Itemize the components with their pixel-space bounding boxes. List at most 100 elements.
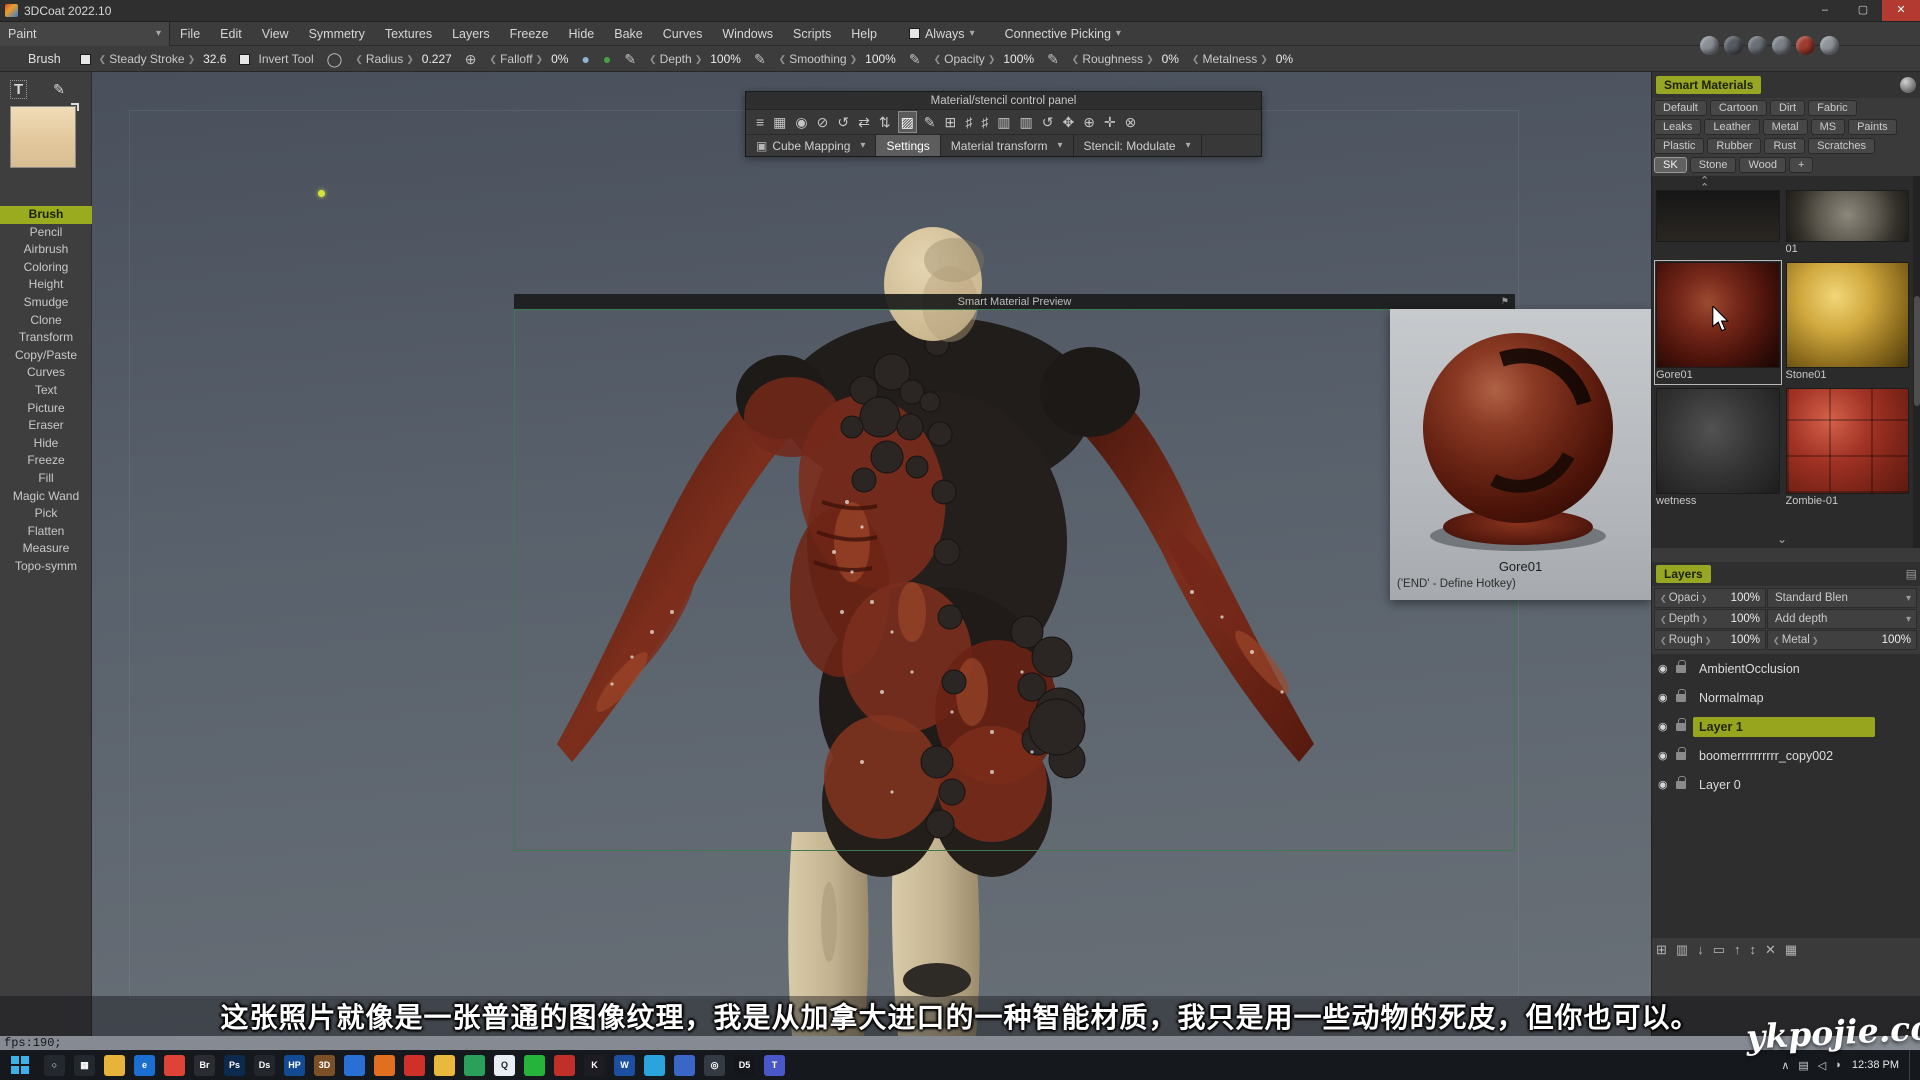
visibility-eye-icon[interactable]: ◉ [1658,778,1673,791]
tool-item-hide[interactable]: Hide [0,435,92,453]
lock-icon[interactable] [1676,781,1686,789]
magnifier-icon[interactable]: ⊕ [465,51,477,68]
menu-item-symmetry[interactable]: Symmetry [299,27,375,41]
zoom-icon[interactable]: ⊕ [1081,112,1097,132]
material-tab-rubber[interactable]: Rubber [1707,138,1761,154]
layer-control-add-depth[interactable]: Add depth▾ [1767,609,1917,629]
camera-app-icon[interactable]: ◎ [704,1055,725,1076]
panel-segment-material-transform[interactable]: Material transform▾ [941,135,1074,156]
tool-item-transform[interactable]: Transform [0,329,92,347]
import-layer-icon[interactable]: ↓ [1697,942,1704,958]
tool-item-text[interactable]: Text [0,382,92,400]
control-depth[interactable]: ❮Depth❯100% [649,52,741,66]
tool-item-clone[interactable]: Clone [0,312,92,330]
always-checkbox[interactable] [909,28,920,39]
tools-icon[interactable] [1748,36,1767,55]
grid-density2-icon[interactable]: ♯ [979,112,990,132]
layer-name[interactable]: boomerrrrrrrrrr_copy002 [1693,746,1875,766]
menu-item-view[interactable]: View [252,27,299,41]
material-tab-fabric[interactable]: Fabric [1808,100,1857,116]
material-tab-default[interactable]: Default [1654,100,1707,116]
render-sphere-icon[interactable] [1796,36,1815,55]
text-tool-icon[interactable]: T [10,80,27,99]
tool-item-fill[interactable]: Fill [0,470,92,488]
reorder-layer-icon[interactable]: ↕ [1750,942,1757,958]
always-toggle[interactable]: Always ▾ [909,27,975,41]
decrease-icon[interactable]: ❮ [1072,54,1080,65]
increase-icon[interactable]: ❯ [1812,636,1819,645]
hp-icon[interactable]: HP [284,1055,305,1076]
increase-icon[interactable]: ❯ [850,54,858,65]
tool-item-pencil[interactable]: Pencil [0,224,92,242]
material-tab-cartoon[interactable]: Cartoon [1710,100,1767,116]
telegram-icon[interactable] [644,1055,665,1076]
tray-volume-icon[interactable]: ◁ [1818,1059,1826,1072]
pin-icon[interactable]: ⚑ [1501,296,1509,307]
duplicate-layer-icon[interactable]: ▥ [1676,942,1688,958]
taskbar-clock[interactable]: 12:38 PM [1852,1059,1899,1071]
decrease-icon[interactable]: ❮ [490,54,498,65]
increase-icon[interactable]: ❯ [406,54,414,65]
qq-icon[interactable]: Q [494,1055,515,1076]
layer-name[interactable]: Normalmap [1693,688,1875,708]
material-tab-item[interactable]: + [1789,157,1813,173]
orange-app-icon[interactable] [374,1055,395,1076]
layer-name[interactable]: AmbientOcclusion [1693,659,1875,679]
increase-icon[interactable]: ❯ [1701,594,1708,603]
swap-icon[interactable]: ⇄ [856,112,872,132]
panel-segment-cube-mapping[interactable]: ▣Cube Mapping▾ [746,135,876,156]
menu-item-bake[interactable]: Bake [604,27,653,41]
teams-icon[interactable]: T [764,1055,785,1076]
menu-item-help[interactable]: Help [841,27,887,41]
menu-item-layers[interactable]: Layers [442,27,500,41]
increase-icon[interactable]: ❯ [1701,615,1708,624]
menu-item-file[interactable]: File [170,27,210,41]
layer-control-metal[interactable]: ❮Metal❯100% [1767,630,1917,650]
checker-projection-icon[interactable]: ▨ [898,111,917,133]
control-radius[interactable]: ❮Radius❯0.227 [355,52,451,66]
red-app2-icon[interactable] [554,1055,575,1076]
file-explorer-icon[interactable] [104,1055,125,1076]
menu-item-freeze[interactable]: Freeze [500,27,559,41]
green-app-icon[interactable] [464,1055,485,1076]
material-scrollbar[interactable] [1913,176,1920,548]
material-tab-rust[interactable]: Rust [1764,138,1805,154]
material-tab-ms[interactable]: MS [1811,119,1846,135]
material-tab-plastic[interactable]: Plastic [1654,138,1704,154]
reset-icon[interactable]: ↺ [835,112,851,132]
tool-item-freeze[interactable]: Freeze [0,452,92,470]
edit-icon[interactable]: ✎ [922,112,938,132]
control-opacity[interactable]: ❮Opacity❯100% [934,52,1034,66]
shade-sphere-icon[interactable] [1700,36,1719,55]
bridge-icon[interactable]: Br [194,1055,215,1076]
layer-options-icon[interactable]: ▦ [1785,942,1797,958]
increase-icon[interactable]: ❯ [1146,54,1154,65]
material-item-01[interactable]: 01 [1786,190,1910,257]
picker-icon[interactable] [1820,36,1839,55]
control-steady-stroke[interactable]: ❮Steady Stroke❯32.6 [80,52,227,66]
gloss-sphere-icon[interactable]: ● [603,51,611,67]
page2-icon[interactable]: ▥ [1018,112,1035,132]
blue-app2-icon[interactable] [674,1055,695,1076]
d5-icon[interactable]: D5 [734,1055,755,1076]
lock-icon[interactable] [1676,723,1686,731]
pen-icon[interactable]: ✎ [53,81,65,98]
tray-expand-icon[interactable]: ∧ [1781,1059,1789,1072]
black-app-icon[interactable]: K [584,1055,605,1076]
decrease-icon[interactable]: ❮ [99,54,107,65]
smart-material-preview-bar[interactable]: Smart Material Preview ⚑ [514,294,1515,309]
tool-item-eraser[interactable]: Eraser [0,417,92,435]
eye-icon[interactable]: ◉ [793,112,809,132]
layer-control-rough[interactable]: ❮Rough❯100% [1654,630,1766,650]
visibility-eye-icon[interactable]: ◉ [1658,749,1673,762]
brush-tip-icon[interactable]: ◯ [327,51,343,68]
material-item-stone01[interactable]: Stone01 [1786,262,1910,383]
lock-icon[interactable]: ⊘ [815,112,831,132]
visibility-eye-icon[interactable]: ◉ [1658,720,1673,733]
close-circle-icon[interactable]: ⊗ [1123,112,1139,132]
snap-grid-icon[interactable]: ⊞ [943,112,959,132]
material-sphere-icon[interactable] [1900,77,1916,93]
control-smoothing[interactable]: ❮Smoothing❯100% [779,52,896,66]
visibility-eye-icon[interactable]: ◉ [1658,662,1673,675]
tool-item-topo-symm[interactable]: Topo-symm [0,558,92,576]
